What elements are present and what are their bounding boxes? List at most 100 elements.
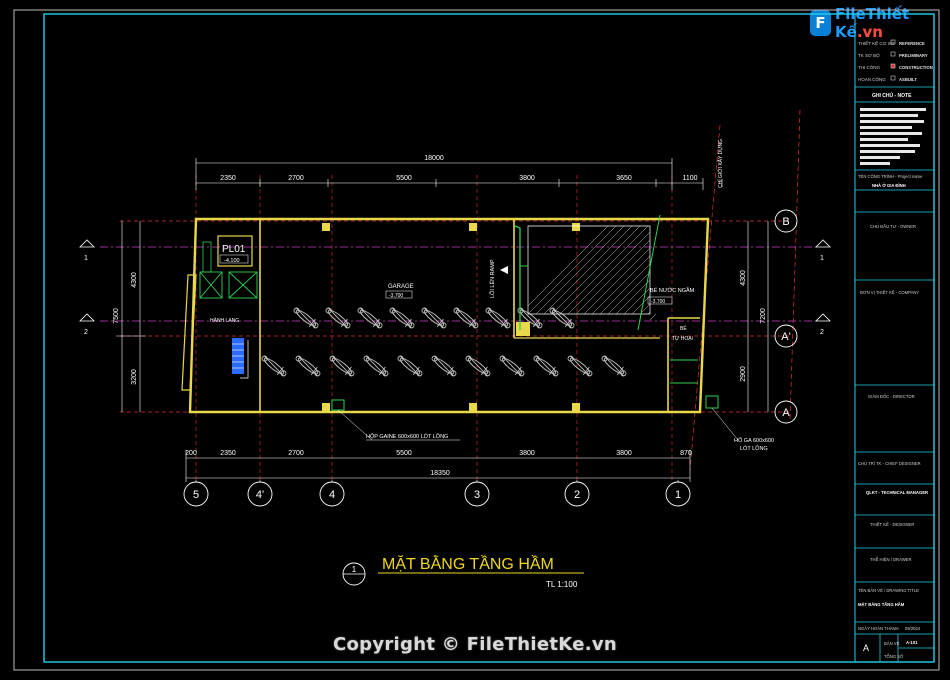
pit-note: HỐ GA 600x600 bbox=[734, 437, 774, 444]
row-grid-bubbles: B A' A bbox=[774, 209, 798, 424]
shafts bbox=[199, 271, 258, 299]
corridor-label: HÀNH LANG bbox=[210, 317, 239, 324]
grid-column-label: 2 bbox=[574, 489, 580, 501]
drawing-title-label: TÊN BẢN VẼ / DRAWING TITLE bbox=[858, 588, 919, 593]
section-mark-label: 1 bbox=[820, 255, 824, 262]
motorbike-icon bbox=[601, 355, 627, 377]
overall-dimension-top: 18000 bbox=[424, 155, 444, 162]
garage-level: -3.700 bbox=[389, 293, 403, 299]
pit-note-sub: LÓT LÔNG bbox=[740, 445, 768, 452]
water-tank bbox=[500, 214, 661, 331]
shaft-note: HỘP GAINE 600x600 LÓT LÔNG bbox=[366, 433, 448, 440]
tank-label: BỂ NƯỚC NGẦM bbox=[650, 287, 695, 294]
phase-checkbox-checked-icon[interactable] bbox=[890, 63, 896, 69]
septic-label-a: BỂ bbox=[680, 325, 687, 332]
company-label: ĐƠN VỊ THIẾT KẾ - COMPANY bbox=[860, 290, 919, 295]
cad-drawing-sheet: THIẾT KẾ CƠ SỞ TK SƠ BỘ THI CÔNG HOÀN CÔ… bbox=[13, 9, 940, 671]
top-dim-label: 2350 bbox=[220, 175, 236, 182]
phase-checkbox-icon[interactable] bbox=[890, 75, 896, 81]
phase-label: TK SƠ BỘ bbox=[858, 52, 880, 58]
pl01-label: PL01 bbox=[222, 244, 246, 255]
motorbike-icon bbox=[357, 307, 383, 329]
grid-column-label: 4 bbox=[329, 489, 335, 501]
bottom-dim-labels: 200 2350 2700 5500 3800 3800 870 bbox=[185, 450, 692, 457]
right-dim-upper: 4300 bbox=[740, 270, 747, 286]
bottom-dim-label: 3800 bbox=[616, 450, 632, 457]
right-dim-total: 7200 bbox=[760, 308, 767, 324]
tech-manager-label: QLKT - TECHNICAL MANAGER bbox=[866, 490, 928, 495]
bottom-dim-label: 2350 bbox=[220, 450, 236, 457]
motorbike-icon bbox=[465, 355, 491, 377]
grid-column-label: 3 bbox=[474, 489, 480, 501]
phase-value: PRELIMINARY bbox=[899, 53, 928, 58]
grid-column-label: 1 bbox=[675, 489, 681, 501]
motorbike-icon bbox=[421, 307, 447, 329]
column-grid-bubbles: 5 4' 4 3 2 1 bbox=[183, 480, 691, 507]
phase-table: THIẾT KẾ CƠ SỞ TK SƠ BỘ THI CÔNG HOÀN CÔ… bbox=[858, 39, 933, 82]
bottom-dim-label: 5500 bbox=[396, 450, 412, 457]
phase-label: HOÀN CÔNG bbox=[858, 76, 886, 82]
section-mark-label: 2 bbox=[820, 329, 824, 336]
top-dim-label: 2700 bbox=[288, 175, 304, 182]
grid-column-label: 5 bbox=[193, 489, 199, 501]
top-dim-label: 3650 bbox=[616, 175, 632, 182]
drawing-symbol-number: 1 bbox=[352, 565, 357, 574]
drawing-title: MẶT BẰNG TẦNG HẦM bbox=[382, 554, 554, 573]
phase-checkbox-icon[interactable] bbox=[890, 51, 896, 57]
motorbike-parking bbox=[261, 307, 627, 377]
bottom-dim-label: 2700 bbox=[288, 450, 304, 457]
bottom-dim-label: 3800 bbox=[519, 450, 535, 457]
boundary-line-right bbox=[789, 109, 801, 421]
designer-label: THIẾT KẾ - DESIGNER bbox=[870, 522, 914, 527]
drawing-title-block: 1 MẶT BẰNG TẦNG HẦM TL 1:100 bbox=[342, 554, 584, 589]
drawing-scale: TL 1:100 bbox=[546, 580, 578, 589]
motorbike-icon bbox=[293, 307, 319, 329]
title-block-frame bbox=[854, 13, 935, 663]
walls bbox=[188, 217, 710, 414]
motorbike-icon bbox=[363, 355, 389, 377]
motorbike-icon bbox=[485, 307, 511, 329]
motorbike-icon bbox=[549, 307, 575, 329]
motorbike-icon bbox=[499, 355, 525, 377]
motorbike-icon bbox=[261, 355, 287, 377]
director-label: GIÁM ĐỐC - DIRECTOR bbox=[868, 394, 915, 399]
tank-level: -3.700 bbox=[651, 299, 665, 305]
bottom-dim-label: 870 bbox=[680, 450, 692, 457]
left-dim-upper: 4300 bbox=[131, 272, 138, 288]
project-name: NHÀ Ở GIA ĐÌNH bbox=[872, 183, 906, 188]
chief-designer-label: CHỦ TRÌ TK - CHIEF DESIGNER bbox=[858, 461, 921, 466]
top-dim-labels: 2350 2700 5500 3800 3650 1100 bbox=[220, 175, 723, 187]
motorbike-icon bbox=[431, 355, 457, 377]
motorbike-icon bbox=[397, 355, 423, 377]
motorbike-icon bbox=[389, 307, 415, 329]
columns bbox=[322, 223, 580, 411]
left-dim-total: 7500 bbox=[113, 308, 120, 324]
phase-value: REFERENCE bbox=[899, 41, 925, 46]
drawing-title-value: MẶT BẰNG TẦNG HẦM bbox=[858, 602, 905, 607]
septic-partitions bbox=[670, 359, 698, 384]
stair-steps bbox=[232, 338, 249, 379]
motorbike-icon bbox=[567, 355, 593, 377]
section-mark-label: 1 bbox=[84, 255, 88, 262]
overall-dimension-bottom: 18350 bbox=[430, 470, 450, 477]
left-dim-lower: 3200 bbox=[131, 369, 138, 385]
bottom-dim-label: 200 bbox=[185, 450, 197, 457]
motorbike-icon bbox=[295, 355, 321, 377]
section-mark-label: 2 bbox=[84, 329, 88, 336]
top-dim-label: 3800 bbox=[519, 175, 535, 182]
grid-column-label: 4' bbox=[256, 489, 264, 501]
boundary-note: CHỈ GIỚI XÂY DỰNG bbox=[717, 139, 724, 188]
redacted-notes bbox=[860, 108, 926, 165]
ramp-label: LỐI LÊN RAMP bbox=[488, 259, 496, 298]
pl01-level: -4.100 bbox=[224, 258, 240, 264]
grid-row-label: A bbox=[782, 407, 790, 419]
grid-row-label: B bbox=[782, 216, 789, 228]
septic-label-b: TỰ HOẠI bbox=[672, 336, 693, 342]
owner-label: CHỦ ĐẦU TƯ - OWNER bbox=[870, 224, 916, 229]
gaine-shaft bbox=[331, 399, 345, 411]
notes-header: GHI CHÚ - NOTE bbox=[872, 92, 912, 99]
top-dim-label: 1100 bbox=[682, 175, 697, 182]
garage-label: GARAGE bbox=[388, 284, 414, 290]
copyright-watermark: Copyright © FileThietKe.vn bbox=[332, 634, 618, 655]
inspection-pit bbox=[705, 395, 719, 409]
